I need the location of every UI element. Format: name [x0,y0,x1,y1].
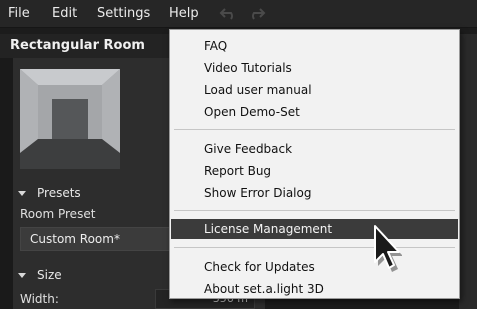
menu-separator [174,247,455,248]
panel-side-strip [0,58,13,309]
help-dropdown-menu: FAQ Video Tutorials Load user manual Ope… [169,29,460,299]
menu-separator [174,129,455,130]
menu-item-about[interactable]: About set.a.light 3D [171,279,458,299]
menu-item-load-user-manual[interactable]: Load user manual [171,80,458,100]
menu-item-report-bug[interactable]: Report Bug [171,161,458,181]
menu-settings[interactable]: Settings [97,6,150,21]
menu-item-license-management[interactable]: License Management [171,219,458,239]
size-section-toggle[interactable]: Size [18,268,62,282]
menu-file[interactable]: File [8,6,30,21]
menu-item-faq[interactable]: FAQ [171,36,458,56]
collapse-triangle-icon [18,273,26,278]
redo-icon[interactable] [246,5,266,24]
menu-item-give-feedback[interactable]: Give Feedback [171,139,458,159]
room-preset-value: Custom Room* [30,232,120,246]
presets-label: Presets [37,186,81,200]
collapse-triangle-icon [18,191,26,196]
menu-bar: File Edit Settings Help [0,0,477,28]
size-label: Size [37,268,62,282]
room-preview-thumbnail[interactable] [20,69,120,169]
menu-separator [174,210,455,211]
right-panel-edge [459,34,477,309]
presets-section-toggle[interactable]: Presets [18,186,81,200]
mouse-pointer-icon [372,224,403,275]
panel-title: Rectangular Room [10,38,145,53]
width-label: Width: [20,292,59,306]
room-preset-combo[interactable]: Custom Room* [20,227,180,251]
room-preset-label: Room Preset [20,207,96,221]
menu-edit[interactable]: Edit [52,6,77,21]
undo-icon[interactable] [219,5,239,24]
menu-item-open-demo-set[interactable]: Open Demo-Set [171,102,458,122]
menu-item-video-tutorials[interactable]: Video Tutorials [171,58,458,78]
menu-help[interactable]: Help [169,6,199,21]
menu-item-check-for-updates[interactable]: Check for Updates [171,257,458,277]
menu-item-show-error-dialog[interactable]: Show Error Dialog [171,183,458,203]
